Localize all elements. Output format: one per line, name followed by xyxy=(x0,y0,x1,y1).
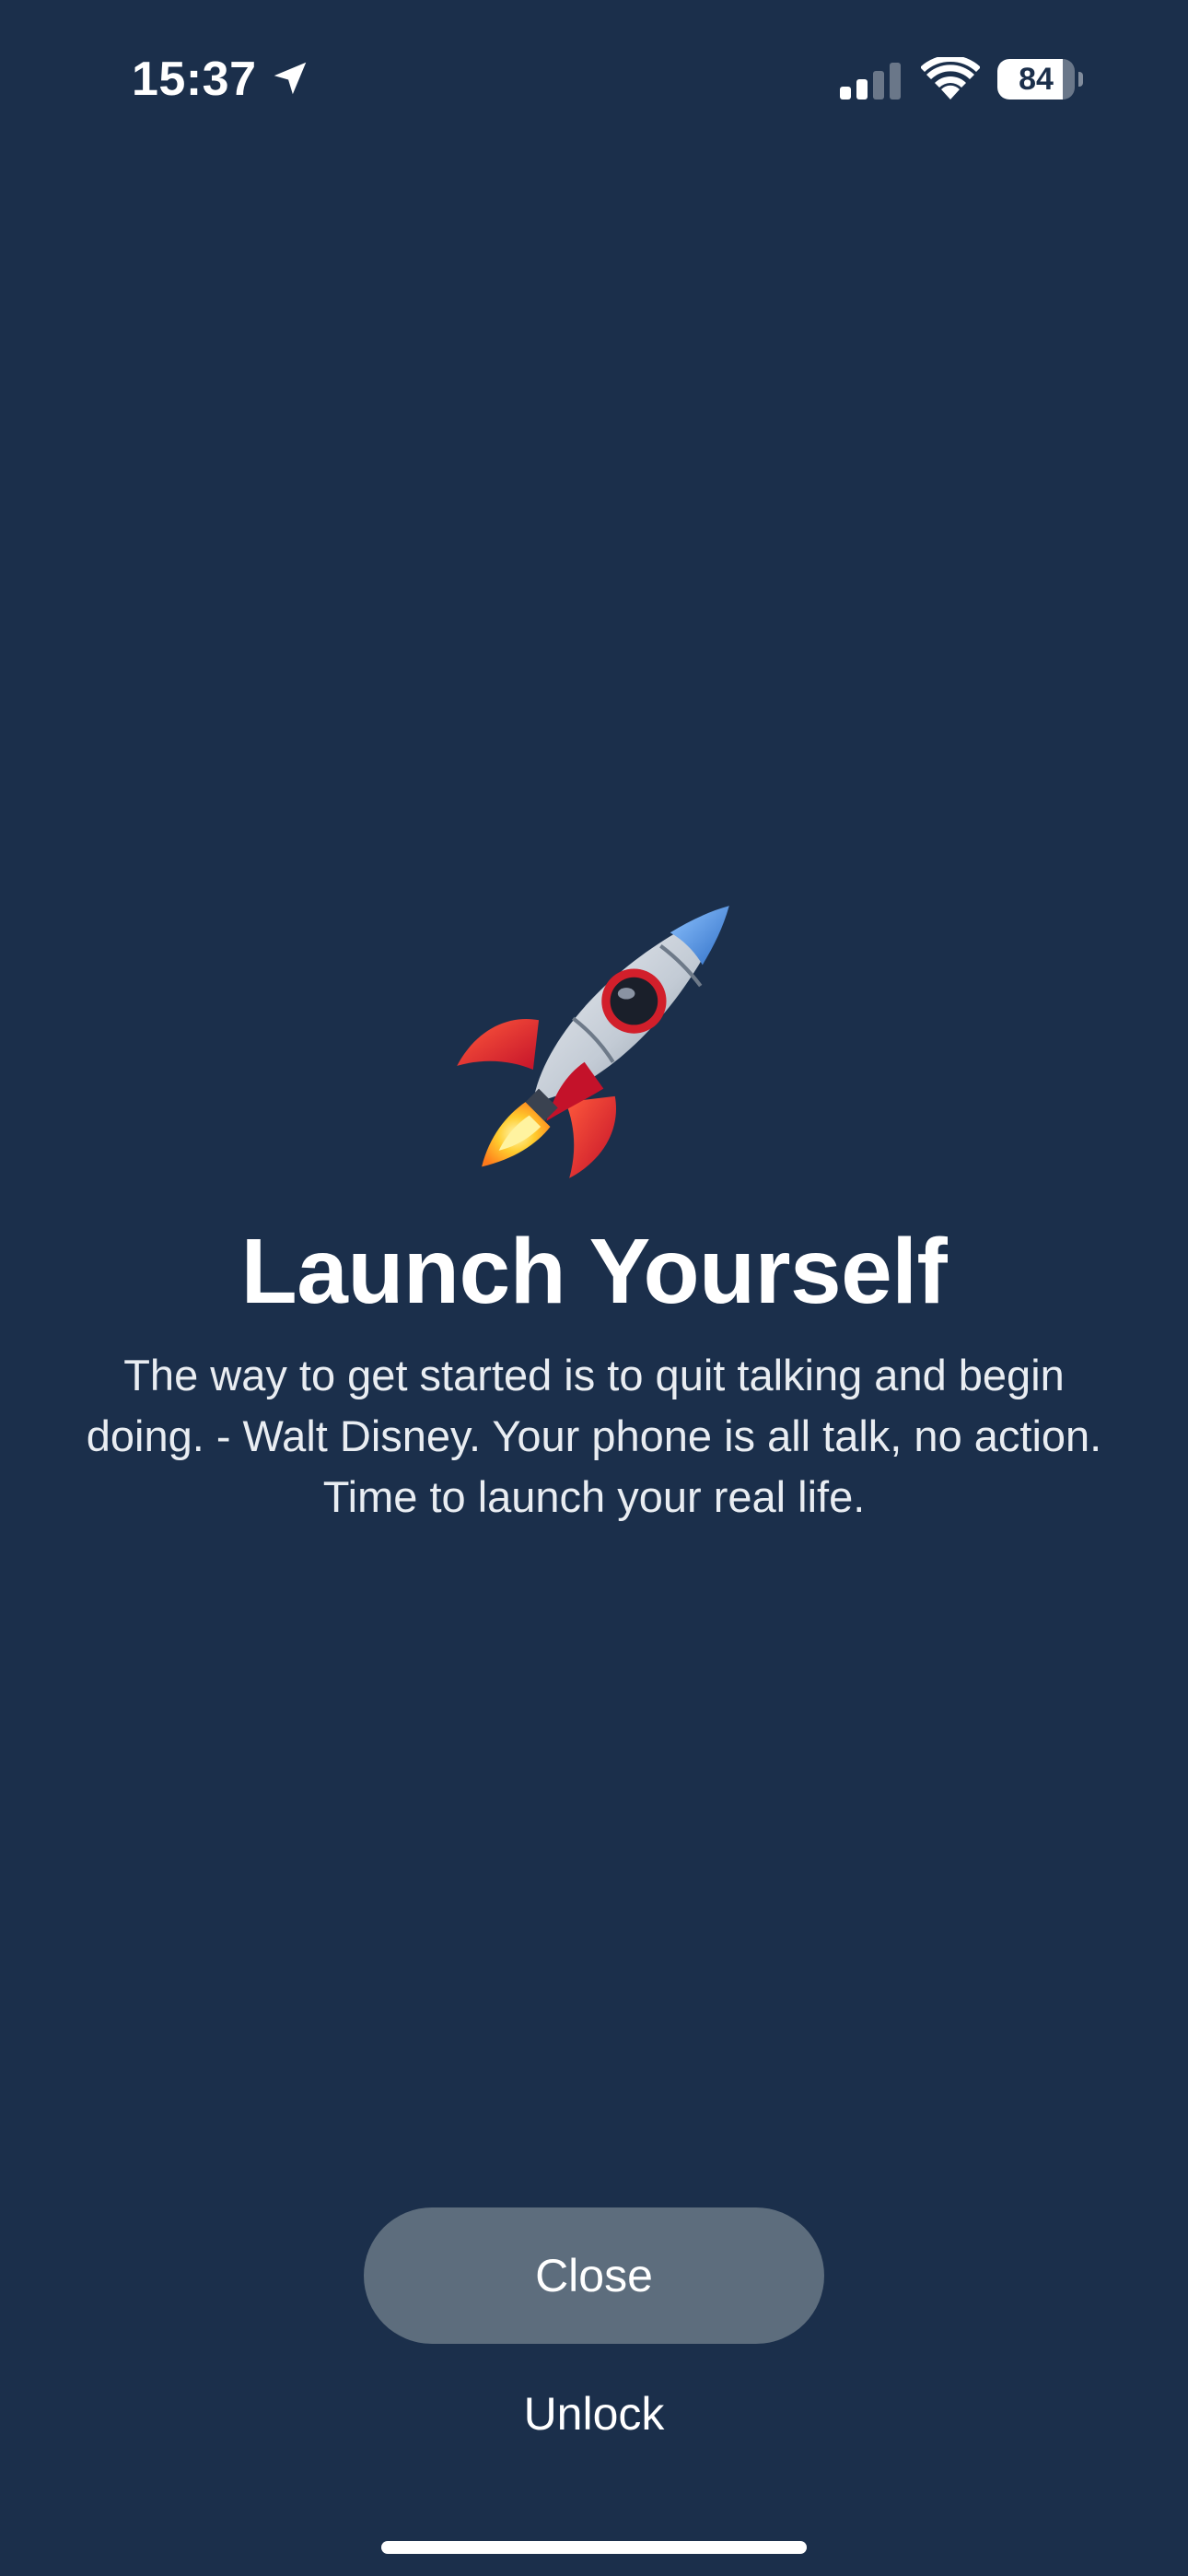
status-bar: 15:37 84 xyxy=(0,0,1188,157)
battery-indicator: 84 xyxy=(997,59,1083,100)
page-title: Launch Yourself xyxy=(240,1220,948,1323)
quote-text: The way to get started is to quit talkin… xyxy=(86,1351,1102,1521)
launch-screen: 15:37 84 Launch Yourself The way to get … xyxy=(0,0,1188,2576)
unlock-button[interactable]: Unlock xyxy=(410,2377,778,2451)
battery-level: 84 xyxy=(1019,62,1054,97)
location-arrow-icon xyxy=(274,62,307,95)
close-button[interactable]: Close xyxy=(364,2207,824,2344)
cellular-signal-icon xyxy=(840,63,901,100)
wifi-icon xyxy=(921,57,980,100)
rocket-icon xyxy=(457,906,729,1178)
home-indicator[interactable] xyxy=(381,2541,807,2554)
status-time: 15:37 xyxy=(132,53,257,106)
